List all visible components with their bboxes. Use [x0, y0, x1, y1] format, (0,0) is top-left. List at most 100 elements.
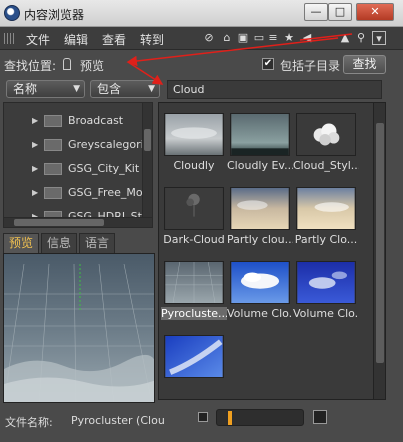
preview-tabs: 预览 信息 语言: [3, 233, 153, 253]
search-input[interactable]: Cloud: [167, 80, 382, 99]
thumbnail-image: [296, 187, 356, 230]
folder-icon: [44, 187, 62, 199]
title-bar: 内容浏览器 — □ ✕: [0, 0, 403, 27]
tree-item[interactable]: ▶ Greyscalegorill: [4, 135, 150, 155]
tree-item[interactable]: ▶ Broadcast: [4, 111, 142, 131]
thumbnail-item[interactable]: Pyrocluste...: [161, 257, 227, 323]
find-button[interactable]: 查找: [343, 55, 386, 74]
thumbnail-image: [164, 113, 224, 156]
thumbnail-item[interactable]: [161, 331, 227, 397]
filter-bar: 名称 ▼ 包含 ▼ Cloud: [0, 77, 403, 101]
thumbnail-item[interactable]: Volume Clo...: [293, 257, 359, 323]
folder-tree: ▶ Broadcast ▶ Greyscalegorill ▶ GSG_City…: [3, 102, 153, 228]
preview-viewport[interactable]: [3, 253, 155, 403]
thumbnail-label: Volume Clo...: [293, 307, 359, 320]
menu-edit[interactable]: 编辑: [64, 31, 88, 48]
small-thumbnail-icon[interactable]: [198, 412, 208, 422]
thumbnail-image: [296, 113, 356, 156]
folder-icon: [44, 163, 62, 175]
panel-icon[interactable]: ▾: [372, 31, 386, 45]
tree-vertical-scrollbar[interactable]: [142, 103, 152, 217]
thumbnail-image: [230, 187, 290, 230]
menu-file[interactable]: 文件: [26, 31, 50, 48]
list-icon[interactable]: ≡: [266, 31, 280, 45]
tree-horizontal-scrollbar[interactable]: [4, 217, 152, 227]
close-button[interactable]: ✕: [356, 3, 394, 21]
tree-item[interactable]: ▶ GSG_Free_Mo: [4, 183, 143, 203]
thumbnail-item[interactable]: Partly Clo...: [293, 183, 359, 249]
thumbnail-grid: Cloudly Cloudly Ev... Cloud_Styl... Dark…: [158, 102, 386, 400]
chevron-down-icon: ▼: [73, 84, 80, 94]
expand-icon[interactable]: ▶: [32, 188, 38, 197]
window-title: 内容浏览器: [24, 8, 85, 22]
tree-item[interactable]: ▶ GSG_City_Kit: [4, 159, 142, 179]
maximize-button[interactable]: □: [328, 3, 352, 21]
thumbnail-label: Dark-Cloud: [163, 233, 225, 246]
thumbnail-size-slider[interactable]: [216, 409, 304, 426]
tab-info[interactable]: 信息: [41, 233, 77, 253]
tab-preview[interactable]: 预览: [3, 233, 39, 253]
mode-select[interactable]: 包含 ▼: [90, 80, 160, 98]
tab-language[interactable]: 语言: [79, 233, 115, 253]
thumbnail-size-bar: [158, 404, 386, 432]
menu-goto[interactable]: 转到: [140, 31, 164, 48]
menu-bar: 文件 编辑 查看 转到 ⊘ ⌂ ▣ ▭ ≡ ★ ◀ ▲ ⚲ ▾: [0, 27, 403, 50]
expand-icon[interactable]: ▶: [32, 164, 38, 173]
star-icon[interactable]: ★: [282, 31, 296, 45]
cinema4d-logo-icon: [4, 5, 20, 21]
thumbnail-item[interactable]: Partly clou...: [227, 183, 293, 249]
field-select-value: 名称: [13, 82, 38, 96]
preview-render-image: [4, 254, 154, 402]
tree-item-label: Broadcast: [68, 114, 124, 127]
location-value[interactable]: 预览: [80, 57, 104, 74]
file-name-value: Pyrocluster (Clou: [71, 414, 165, 427]
tree-item-label: GSG_City_Kit: [68, 162, 140, 175]
scroll-thumb[interactable]: [376, 123, 384, 363]
thumbnail-item[interactable]: Cloud_Styl...: [293, 109, 359, 175]
thumbnail-item[interactable]: Dark-Cloud: [161, 183, 227, 249]
include-subdirs-label: 包括子目录: [280, 59, 341, 73]
back-icon[interactable]: ◀: [300, 31, 314, 45]
link-icon[interactable]: ⊘: [202, 31, 216, 45]
thumbnail-label: Cloudly Ev...: [227, 159, 293, 172]
thumbnail-image: [230, 261, 290, 304]
search-icon[interactable]: ⚲: [354, 31, 368, 45]
expand-icon[interactable]: ▶: [32, 116, 38, 125]
thumbnail-image: [230, 113, 290, 156]
forward-icon[interactable]: ▲: [338, 31, 352, 45]
thumbnail-image: [164, 335, 224, 378]
tree-item-label: Greyscalegorill: [68, 138, 150, 151]
home-icon[interactable]: ⌂: [220, 31, 234, 45]
slider-handle[interactable]: [228, 411, 232, 425]
folder-icon: [44, 115, 62, 127]
grip-icon: [4, 33, 16, 44]
thumbnail-item[interactable]: Volume Clo...: [227, 257, 293, 323]
expand-icon[interactable]: ▶: [32, 140, 38, 149]
thumbnail-image: [164, 187, 224, 230]
catalog-icon[interactable]: ▣: [236, 31, 250, 45]
file-info: 文件名称: Pyrocluster (Clou: [3, 408, 165, 432]
thumbnail-image: [296, 261, 356, 304]
thumbnail-label: Pyrocluste...: [161, 307, 227, 320]
location-label: 查找位置:: [4, 59, 57, 73]
thumbnail-image: [164, 261, 224, 304]
include-subdirs-checkbox[interactable]: ✔: [262, 58, 274, 70]
thumbnail-item[interactable]: Cloudly Ev...: [227, 109, 293, 175]
large-thumbnail-icon[interactable]: [313, 410, 327, 424]
chevron-down-icon: ▼: [148, 84, 155, 94]
menu-view[interactable]: 查看: [102, 31, 126, 48]
scroll-thumb[interactable]: [144, 129, 151, 151]
grid-vertical-scrollbar[interactable]: [373, 102, 386, 400]
thumbnail-label: Partly clou...: [227, 233, 293, 246]
minimize-button[interactable]: —: [304, 3, 328, 21]
folder-icon[interactable]: ▭: [252, 31, 266, 45]
thumbnail-label: Cloudly: [173, 159, 215, 172]
thumbnail-item[interactable]: Cloudly: [161, 109, 227, 175]
scroll-thumb[interactable]: [14, 219, 104, 226]
thumbnail-label: Volume Clo...: [227, 307, 293, 320]
tree-item-label: GSG_Free_Mo: [68, 186, 143, 199]
field-select[interactable]: 名称 ▼: [6, 80, 85, 98]
file-name-label: 文件名称:: [5, 416, 53, 429]
thumbnail-label: Partly Clo...: [294, 233, 358, 246]
pin-icon[interactable]: [63, 58, 71, 70]
